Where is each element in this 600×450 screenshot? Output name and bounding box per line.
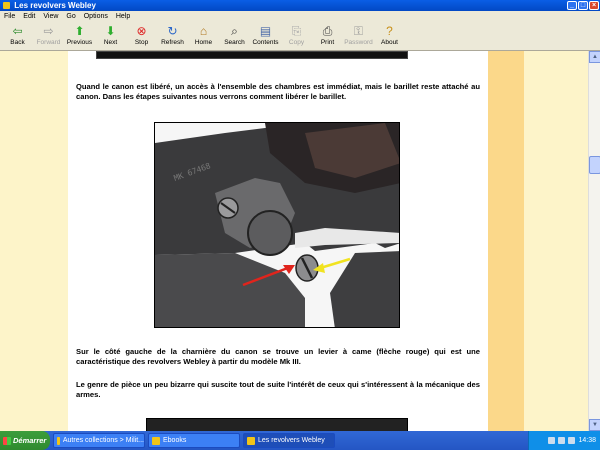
clock: 14:38 (578, 437, 596, 444)
scroll-thumb[interactable] (589, 156, 600, 174)
scroll-up-icon[interactable]: ▲ (589, 51, 600, 63)
toolbar-button-label: Password (344, 39, 373, 46)
close-button[interactable]: × (589, 1, 599, 10)
toolbar-stop-button[interactable]: ⊗ Stop (126, 23, 157, 51)
app-window: Les revolvers Webley _ □ × File Edit Vie… (0, 0, 600, 450)
taskbar-item-label: Les revolvers Webley (258, 437, 325, 444)
key-icon: ⚿ (353, 24, 364, 38)
windows-logo-icon (3, 436, 11, 445)
about-icon: ? (386, 24, 393, 38)
network-icon[interactable] (558, 437, 566, 444)
contents-icon: ▤ (259, 24, 272, 38)
toolbar: ⇦ Back ⇨ Forward ⬆ Previous ⬇ Next ⊗ Stop ↻ Refresh… (0, 23, 600, 51)
toolbar-about-button[interactable]: ? About (374, 23, 405, 51)
toolbar-button-label: Stop (134, 39, 149, 46)
taskbar-item-label: Autres collections > Milit... (62, 437, 144, 444)
forward-arrow-icon: ⇨ (43, 24, 54, 38)
home-icon: ⌂ (199, 24, 208, 38)
page-body: Quand le canon est libéré, un accès à l'… (68, 51, 488, 431)
toolbar-button-label: Refresh (161, 39, 184, 46)
left-margin (0, 51, 68, 431)
toolbar-refresh-button[interactable]: ↻ Refresh (157, 23, 188, 51)
vertical-scrollbar[interactable]: ▲ ▼ (588, 51, 600, 431)
toolbar-next-button[interactable]: ⬇ Next (95, 23, 126, 51)
previous-photo-bottom-edge (96, 51, 408, 59)
toolbar-home-button[interactable]: ⌂ Home (188, 23, 219, 51)
refresh-icon: ↻ (167, 24, 178, 38)
toolbar-button-label: Next (103, 39, 118, 46)
toolbar-button-label: Print (320, 39, 335, 46)
taskbar-item-ebooks[interactable]: Ebooks (148, 433, 240, 448)
revolver-photo: MK 67468 (154, 122, 400, 328)
toolbar-password-button: ⚿ Password (343, 23, 374, 51)
paragraph-1: Quand le canon est libéré, un accès à l'… (76, 82, 480, 101)
browser-icon (57, 436, 60, 445)
copy-icon: ⎘ (291, 24, 302, 38)
menu-bar: File Edit View Go Options Help (0, 11, 600, 23)
window-controls: _ □ × (567, 1, 599, 10)
folder-icon (152, 436, 160, 445)
menu-go[interactable]: Go (62, 11, 79, 23)
scroll-down-icon[interactable]: ▼ (589, 419, 600, 431)
start-label: Démarrer (13, 436, 47, 445)
window-title: Les revolvers Webley (14, 1, 96, 10)
toolbar-button-label: About (381, 39, 398, 46)
toolbar-contents-button[interactable]: ▤ Contents (250, 23, 281, 51)
menu-view[interactable]: View (39, 11, 62, 23)
toolbar-print-button[interactable]: ⎙ Print (312, 23, 343, 51)
revolver-photo-illustration: MK 67468 (155, 123, 399, 327)
app-icon (3, 2, 10, 10)
next-photo-top-edge (146, 418, 408, 431)
search-icon: ⌕ (231, 24, 238, 38)
toolbar-button-label: Contents (252, 39, 279, 46)
toolbar-search-button[interactable]: ⌕ Search (219, 23, 250, 51)
system-tray: 14:38 (528, 431, 600, 450)
maximize-button[interactable]: □ (578, 1, 588, 10)
toolbar-button-label: Forward (36, 39, 61, 46)
up-arrow-icon: ⬆ (74, 24, 85, 38)
content-area: Quand le canon est libéré, un accès à l'… (0, 51, 588, 431)
language-icon[interactable] (548, 437, 556, 444)
menu-help[interactable]: Help (112, 11, 134, 23)
taskbar-item-webley[interactable]: Les revolvers Webley (243, 433, 335, 448)
toolbar-copy-button: ⎘ Copy (281, 23, 312, 51)
back-arrow-icon: ⇦ (12, 24, 23, 38)
toolbar-forward-button: ⇨ Forward (33, 23, 64, 51)
toolbar-button-label: Previous (66, 39, 93, 46)
taskbar-item-label: Ebooks (163, 437, 187, 444)
volume-icon[interactable] (568, 437, 576, 444)
minimize-button[interactable]: _ (567, 1, 577, 10)
menu-edit[interactable]: Edit (19, 11, 39, 23)
taskbar-item-collections[interactable]: Autres collections > Milit... (53, 433, 145, 448)
menu-file[interactable]: File (0, 11, 19, 23)
toolbar-button-label: Back (10, 39, 25, 46)
toolbar-button-label: Search (224, 39, 245, 46)
right-margin (524, 51, 588, 431)
menu-options[interactable]: Options (80, 11, 112, 23)
toolbar-back-button[interactable]: ⇦ Back (2, 23, 33, 51)
start-button[interactable]: Démarrer (0, 431, 50, 450)
paragraph-2: Sur le côté gauche de la charnière du ca… (76, 347, 480, 366)
toolbar-previous-button[interactable]: ⬆ Previous (64, 23, 95, 51)
ebook-icon (247, 436, 255, 445)
taskbar: Démarrer Autres collections > Milit... E… (0, 431, 600, 450)
print-icon: ⎙ (322, 24, 333, 38)
toolbar-button-label: Copy (288, 39, 305, 46)
right-accent-stripe (488, 51, 524, 431)
stop-icon: ⊗ (136, 24, 147, 38)
down-arrow-icon: ⬇ (105, 24, 116, 38)
title-bar[interactable]: Les revolvers Webley _ □ × (0, 0, 600, 11)
toolbar-button-label: Home (194, 39, 213, 46)
paragraph-3: Le genre de pièce un peu bizarre qui sus… (76, 380, 480, 399)
